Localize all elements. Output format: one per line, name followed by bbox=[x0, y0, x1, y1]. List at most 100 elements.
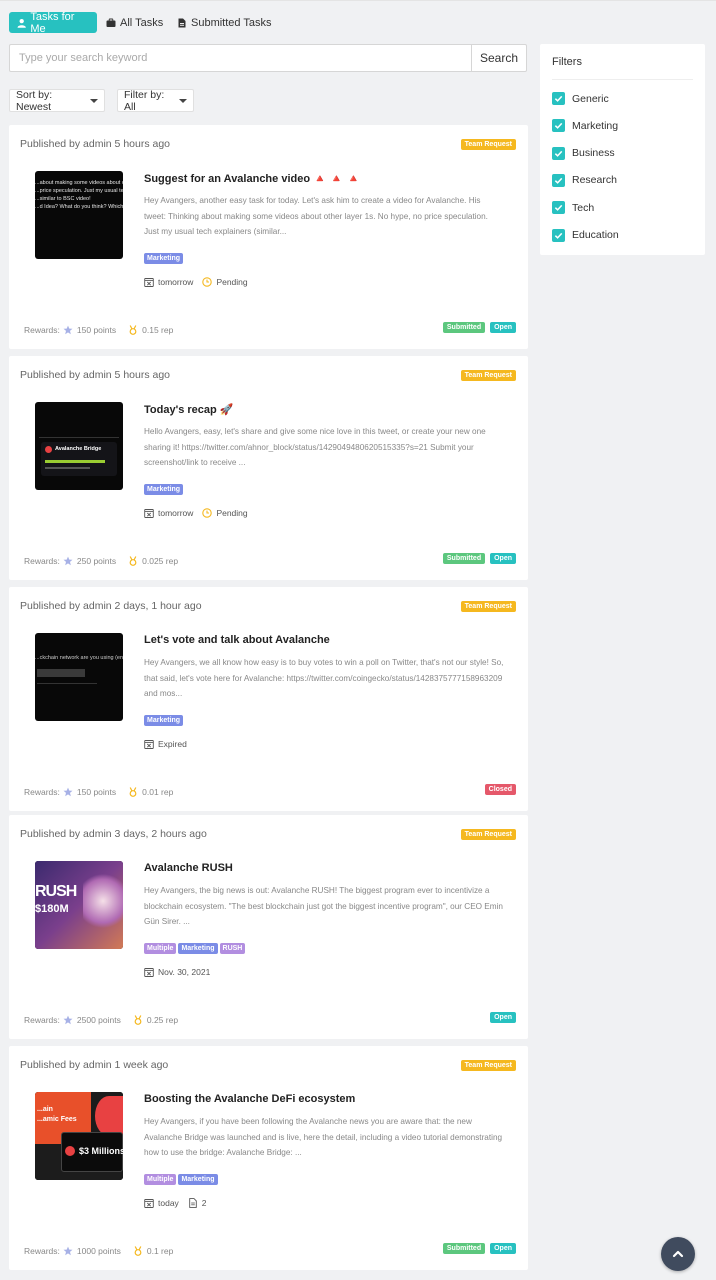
search-button[interactable]: Search bbox=[472, 44, 527, 72]
thumb-text: ...ckchain network are you using (eng) r… bbox=[35, 655, 123, 661]
category-tag: Multiple bbox=[144, 1174, 177, 1185]
category-tag: Marketing bbox=[144, 715, 184, 726]
task-description: Hey Avangers, the big news is out: Avala… bbox=[144, 886, 503, 926]
tab-tasks-for-me[interactable]: Tasks for Me bbox=[9, 10, 97, 35]
task-title[interactable]: Boosting the Avalanche DeFi ecosystem bbox=[144, 1093, 355, 1105]
caret-down-icon bbox=[179, 98, 187, 103]
filter-item-research[interactable]: Research bbox=[552, 173, 617, 187]
filter-item-generic[interactable]: Generic bbox=[552, 92, 609, 105]
task-status: Pending bbox=[216, 508, 248, 518]
clock-icon bbox=[202, 508, 213, 518]
reward-rep: 0.1 rep bbox=[146, 1246, 174, 1256]
due-date: tomorrow bbox=[158, 508, 194, 518]
task-thumbnail[interactable]: ...ckchain network are you using (eng) r… bbox=[35, 633, 123, 721]
published-info: Published by admin 1 week ago bbox=[20, 1059, 169, 1071]
checkbox-checked-icon[interactable] bbox=[552, 173, 565, 187]
due-date: Expired bbox=[158, 739, 187, 749]
team-request-badge: Team Request bbox=[460, 601, 516, 612]
medal-icon bbox=[129, 556, 137, 566]
filter-item-label: Generic bbox=[572, 92, 609, 105]
medal-icon bbox=[129, 787, 137, 797]
reward-points: 150 points bbox=[76, 325, 117, 335]
checkbox-checked-icon[interactable] bbox=[552, 119, 565, 133]
task-card[interactable]: Published by admin 2 days, 1 hour ago Tea… bbox=[9, 587, 528, 811]
task-description: Hey Avangers, another easy task for toda… bbox=[144, 196, 488, 236]
reward-rep: 0.01 rep bbox=[142, 787, 174, 797]
task-thumbnail[interactable]: Avalanche Bridge bbox=[35, 402, 123, 490]
published-info: Published by admin 5 hours ago bbox=[20, 138, 171, 150]
checkbox-checked-icon[interactable] bbox=[552, 146, 565, 160]
task-thumbnail[interactable]: RUSH $180M bbox=[35, 861, 123, 949]
briefcase-icon bbox=[106, 18, 116, 27]
task-title[interactable]: Suggest for an Avalanche video 🔺 🔺 🔺 bbox=[144, 172, 360, 185]
team-request-badge: Team Request bbox=[460, 829, 516, 840]
due-date: tomorrow bbox=[158, 277, 194, 287]
status-badge: Open bbox=[490, 553, 516, 564]
tab-all-tasks[interactable]: All Tasks bbox=[106, 12, 163, 33]
reward-points: 2500 points bbox=[76, 1015, 121, 1025]
status-badge: Submitted bbox=[442, 553, 486, 564]
checkbox-checked-icon[interactable] bbox=[552, 92, 565, 105]
filter-item-tech[interactable]: Tech bbox=[552, 201, 595, 215]
star-icon bbox=[63, 1246, 73, 1256]
tab-label: Tasks for Me bbox=[30, 10, 75, 35]
published-info: Published by admin 2 days, 1 hour ago bbox=[20, 600, 202, 612]
filter-item-marketing[interactable]: Marketing bbox=[552, 119, 618, 133]
task-meta: tomorrow Pending bbox=[144, 277, 248, 287]
category-tag: RUSH bbox=[219, 943, 246, 954]
task-card[interactable]: Published by admin 3 days, 2 hours ago Te… bbox=[9, 815, 528, 1039]
filter-dropdown[interactable]: Filter by: All bbox=[117, 89, 194, 113]
top-tab-bar: Tasks for Me All Tasks Submitted Tasks bbox=[0, 0, 716, 40]
thumb-text: Avalanche Bridge bbox=[55, 446, 102, 452]
category-tag: Marketing bbox=[144, 253, 184, 264]
team-request-badge: Team Request bbox=[460, 1060, 516, 1071]
task-card[interactable]: Published by admin 5 hours ago Team Reque… bbox=[9, 125, 528, 349]
star-icon bbox=[63, 325, 73, 335]
reward-rep: 0.25 rep bbox=[146, 1015, 179, 1025]
task-status: Pending bbox=[216, 277, 248, 287]
checkbox-checked-icon[interactable] bbox=[552, 201, 565, 215]
task-meta: today 2 bbox=[144, 1198, 207, 1208]
reward-points: 1000 points bbox=[76, 1246, 121, 1256]
task-title[interactable]: Avalanche RUSH bbox=[144, 862, 233, 874]
medal-icon bbox=[134, 1246, 142, 1256]
filter-item-education[interactable]: Education bbox=[552, 228, 619, 242]
filter-item-business[interactable]: Business bbox=[552, 146, 615, 160]
thumb-text: ...similar to BSC video! bbox=[35, 196, 91, 202]
due-date: Nov. 30, 2021 bbox=[158, 967, 211, 977]
reward-rep: 0.025 rep bbox=[142, 556, 179, 566]
task-card[interactable]: Published by admin 5 hours ago Team Reque… bbox=[9, 356, 528, 580]
task-meta: Expired bbox=[144, 739, 187, 749]
document-icon bbox=[189, 1198, 197, 1208]
category-tag: Multiple bbox=[144, 943, 177, 954]
task-thumbnail[interactable]: ...about making some videos about other.… bbox=[35, 171, 123, 259]
submission-count: 2 bbox=[201, 1198, 207, 1208]
user-icon bbox=[17, 18, 26, 28]
task-description: Hey Avangers, if you have been following… bbox=[144, 1117, 503, 1157]
category-tag: Marketing bbox=[144, 484, 184, 495]
reward-points: 250 points bbox=[76, 556, 117, 566]
sort-dropdown[interactable]: Sort by: Newest bbox=[9, 89, 105, 113]
badge-list: Submitted Open bbox=[442, 322, 516, 333]
task-title[interactable]: Today's recap 🚀 bbox=[144, 403, 233, 416]
star-icon bbox=[63, 1015, 73, 1025]
medal-icon bbox=[134, 1015, 142, 1025]
search-input[interactable] bbox=[9, 44, 472, 72]
rewards-label: Rewards: bbox=[24, 325, 60, 335]
task-title[interactable]: Let's vote and talk about Avalanche bbox=[144, 634, 330, 646]
scroll-to-top-button[interactable] bbox=[661, 1237, 695, 1271]
task-description: Hey Avangers, we all know how easy is to… bbox=[144, 658, 504, 698]
tab-submitted-tasks[interactable]: Submitted Tasks bbox=[177, 12, 272, 33]
rewards-label: Rewards: bbox=[24, 787, 60, 797]
status-badge: Open bbox=[490, 1012, 516, 1023]
calendar-x-icon bbox=[144, 968, 154, 977]
filter-item-label: Tech bbox=[572, 201, 595, 214]
reward-rep: 0.15 rep bbox=[142, 325, 174, 335]
task-card[interactable]: Published by admin 1 week ago Team Reques… bbox=[9, 1046, 528, 1270]
tag-list: Multiple Marketing RUSH bbox=[144, 943, 246, 954]
checkbox-checked-icon[interactable] bbox=[552, 228, 565, 242]
task-thumbnail[interactable]: ...ain ...amic Fees $3 Millions bbox=[35, 1092, 123, 1180]
published-info: Published by admin 5 hours ago bbox=[20, 369, 171, 381]
status-badge: Open bbox=[490, 322, 516, 333]
filters-panel: Filters Generic Marketing Business Research… bbox=[540, 44, 705, 255]
